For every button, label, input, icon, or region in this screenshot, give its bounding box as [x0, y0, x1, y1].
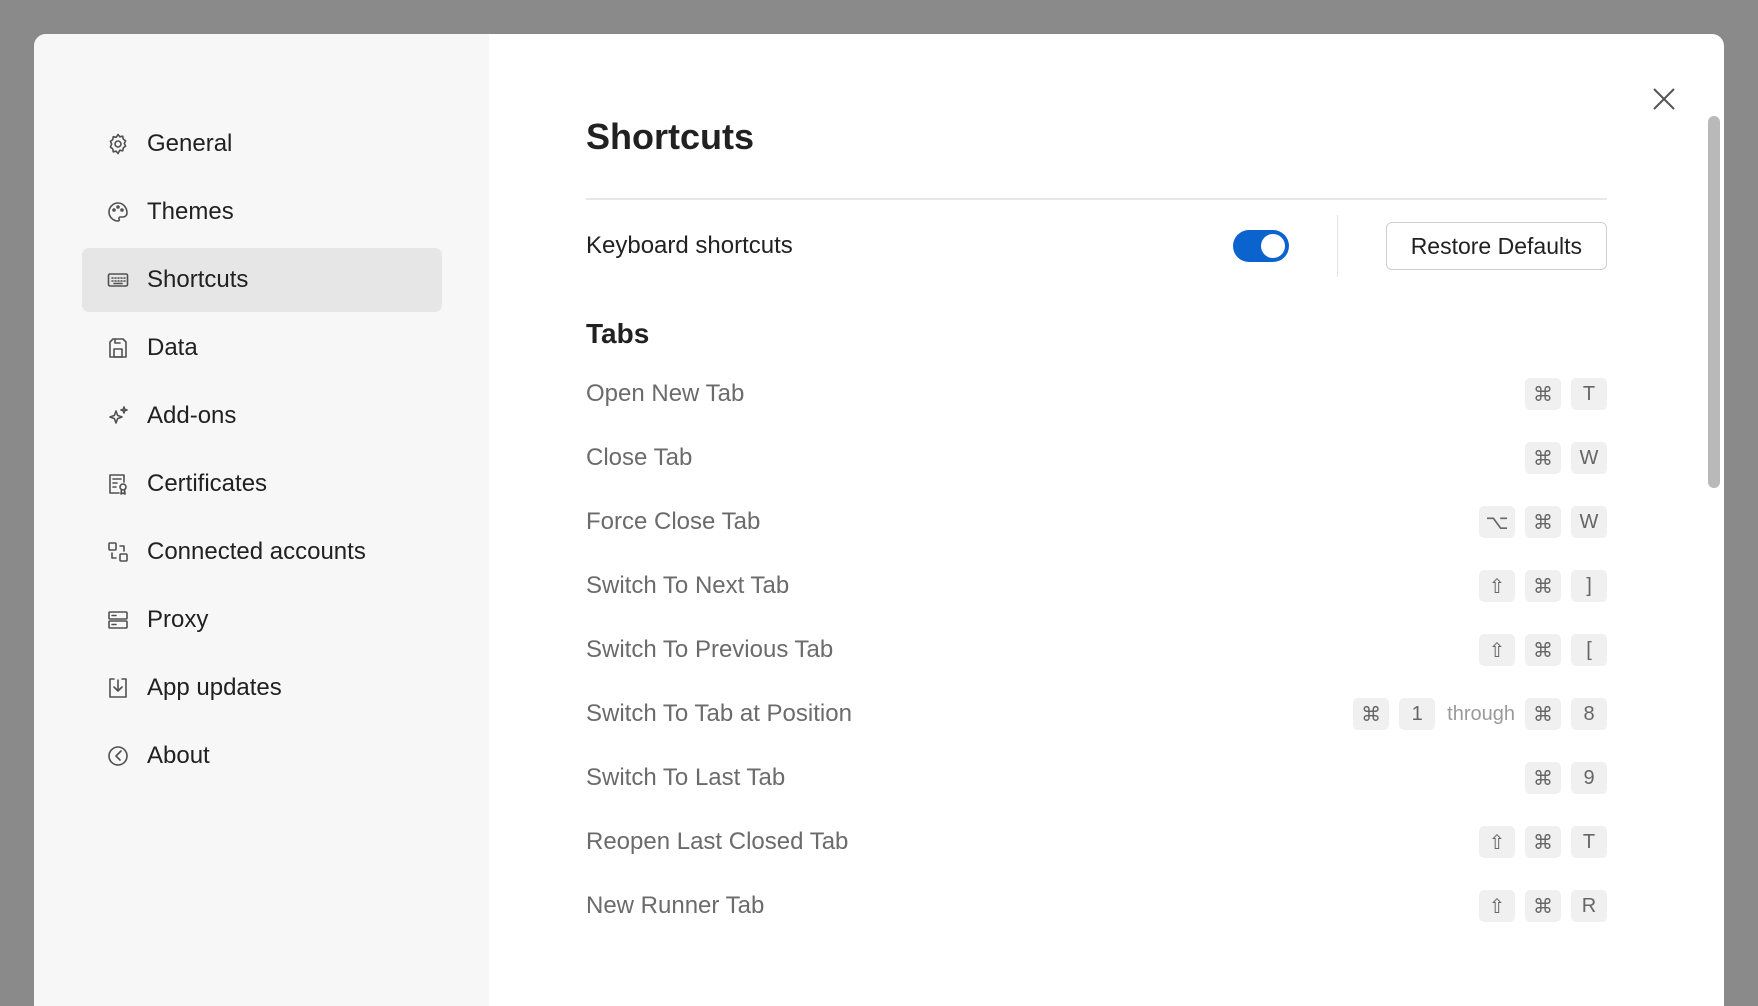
- shortcut-row[interactable]: Force Close Tab ⌥ ⌘ W: [586, 490, 1607, 554]
- settings-sidebar: General Themes Shortcuts Data Add-ons Ce…: [34, 34, 489, 1006]
- shortcut-keys: ⇧ ⌘ R: [1469, 890, 1607, 922]
- shortcut-key: 1: [1399, 698, 1436, 730]
- shortcut-keys: ⌥ ⌘ W: [1469, 506, 1607, 538]
- shortcut-key: ⇧: [1479, 634, 1515, 666]
- sidebar-item-general[interactable]: General: [82, 112, 442, 176]
- shortcut-key: 9: [1571, 762, 1607, 794]
- shortcut-name: Switch To Next Tab: [586, 572, 790, 599]
- shortcut-key: ⌘: [1525, 890, 1561, 922]
- shortcut-list: Open New Tab ⌘ T Close Tab ⌘ W Force Close Tab…: [586, 362, 1607, 938]
- sidebar-item-label: Add-ons: [147, 402, 237, 429]
- restore-defaults-button[interactable]: Restore Defaults: [1385, 222, 1607, 270]
- shortcut-keys: ⇧ ⌘ [: [1469, 634, 1607, 666]
- proxy-icon: [105, 607, 131, 633]
- download-icon: [105, 675, 131, 701]
- shortcut-keys: ⌘ 1 through ⌘ 8: [1343, 698, 1607, 730]
- sidebar-item-label: General: [147, 130, 233, 157]
- shortcut-key: ⌘: [1525, 570, 1561, 602]
- sidebar-item-label: Data: [147, 334, 198, 361]
- shortcut-key: ⌘: [1525, 378, 1561, 410]
- scrollbar-thumb[interactable]: [1708, 116, 1720, 488]
- shortcut-name: Switch To Tab at Position: [586, 700, 852, 727]
- sidebar-item-label: Connected accounts: [147, 538, 366, 565]
- shortcut-name: Close Tab: [586, 444, 693, 471]
- keyboard-shortcuts-row: Keyboard shortcuts Restore Defaults: [586, 200, 1607, 292]
- certificate-icon: [105, 471, 131, 497]
- palette-icon: [105, 199, 131, 225]
- about-icon: [105, 743, 131, 769]
- sidebar-item-data[interactable]: Data: [82, 316, 442, 380]
- shortcut-key: ⇧: [1479, 570, 1515, 602]
- shortcut-row[interactable]: Close Tab ⌘ W: [586, 426, 1607, 490]
- shortcut-key: ⌘: [1525, 634, 1561, 666]
- sidebar-item-label: Proxy: [147, 606, 209, 633]
- shortcut-keys: ⌘ T: [1515, 378, 1607, 410]
- keyboard-shortcuts-label: Keyboard shortcuts: [586, 232, 793, 259]
- shortcut-name: Open New Tab: [586, 380, 745, 407]
- sidebar-item-proxy[interactable]: Proxy: [82, 588, 442, 652]
- shortcut-key: ⌘: [1525, 826, 1561, 858]
- keyboard-icon: [105, 267, 131, 293]
- shortcut-key: T: [1571, 378, 1607, 410]
- shortcut-row[interactable]: Switch To Last Tab ⌘ 9: [586, 746, 1607, 810]
- sidebar-item-label: About: [147, 742, 210, 769]
- through-label: through: [1447, 702, 1515, 725]
- shortcut-key: ⇧: [1479, 890, 1515, 922]
- sidebar-item-add-ons[interactable]: Add-ons: [82, 384, 442, 448]
- shortcut-key: ⌘: [1525, 762, 1561, 794]
- page-title: Shortcuts: [586, 116, 755, 157]
- shortcut-row[interactable]: Switch To Previous Tab ⇧ ⌘ [: [586, 618, 1607, 682]
- sidebar-item-label: Themes: [147, 198, 234, 225]
- shortcut-name: Switch To Previous Tab: [586, 636, 834, 663]
- sidebar-item-shortcuts[interactable]: Shortcuts: [82, 248, 442, 312]
- shortcut-row[interactable]: Reopen Last Closed Tab ⇧ ⌘ T: [586, 810, 1607, 874]
- shortcut-key: R: [1571, 890, 1607, 922]
- shortcut-keys: ⌘ 9: [1515, 762, 1607, 794]
- shortcut-keys: ⇧ ⌘]: [1469, 570, 1607, 602]
- shortcut-key: ⌥: [1479, 506, 1515, 538]
- shortcut-key: W: [1571, 506, 1607, 538]
- close-button[interactable]: [1649, 84, 1679, 114]
- shortcut-row[interactable]: Switch To Next Tab ⇧ ⌘]: [586, 554, 1607, 618]
- sidebar-item-label: Certificates: [147, 470, 268, 497]
- shortcut-key: ⌘: [1525, 698, 1561, 730]
- settings-modal: General Themes Shortcuts Data Add-ons Ce…: [34, 34, 1724, 1006]
- vertical-divider: [1336, 215, 1338, 277]
- close-icon: [1653, 88, 1675, 110]
- keyboard-shortcuts-toggle[interactable]: [1232, 230, 1289, 262]
- sidebar-item-connected-accounts[interactable]: Connected accounts: [82, 520, 442, 584]
- shortcut-row[interactable]: Open New Tab ⌘ T: [586, 362, 1607, 426]
- sidebar-item-label: App updates: [147, 674, 282, 701]
- sidebar-item-certificates[interactable]: Certificates: [82, 452, 442, 516]
- sidebar-item-app-updates[interactable]: App updates: [82, 656, 442, 720]
- shortcut-key: ⌘: [1525, 506, 1561, 538]
- shortcut-key: T: [1571, 826, 1607, 858]
- sidebar-item-about[interactable]: About: [82, 724, 442, 788]
- section-title-tabs: Tabs: [586, 318, 650, 349]
- shortcut-key: W: [1571, 442, 1607, 474]
- shortcut-row[interactable]: New Runner Tab ⇧ ⌘ R: [586, 874, 1607, 938]
- sparkles-icon: [105, 403, 131, 429]
- data-icon: [105, 335, 131, 361]
- gear-icon: [105, 131, 131, 157]
- shortcut-key: [: [1571, 634, 1607, 666]
- shortcut-key: ⌘: [1353, 698, 1390, 730]
- sidebar-item-themes[interactable]: Themes: [82, 180, 442, 244]
- shortcut-name: Force Close Tab: [586, 508, 761, 535]
- shortcut-row[interactable]: Switch To Tab at Position ⌘ 1 through ⌘ 8: [586, 682, 1607, 746]
- shortcut-key: ]: [1571, 570, 1607, 602]
- shortcut-key: ⌘: [1525, 442, 1561, 474]
- shortcut-name: Reopen Last Closed Tab: [586, 828, 849, 855]
- shortcut-name: Switch To Last Tab: [586, 764, 786, 791]
- sidebar-item-label: Shortcuts: [147, 266, 249, 293]
- shortcut-key: ⇧: [1479, 826, 1515, 858]
- shortcut-keys: ⌘ W: [1515, 442, 1607, 474]
- connected-icon: [105, 539, 131, 565]
- settings-content: Shortcuts Keyboard shortcuts Restore Def…: [489, 34, 1724, 1006]
- shortcut-name: New Runner Tab: [586, 892, 765, 919]
- shortcut-key: 8: [1571, 698, 1607, 730]
- shortcut-keys: ⇧ ⌘ T: [1469, 826, 1607, 858]
